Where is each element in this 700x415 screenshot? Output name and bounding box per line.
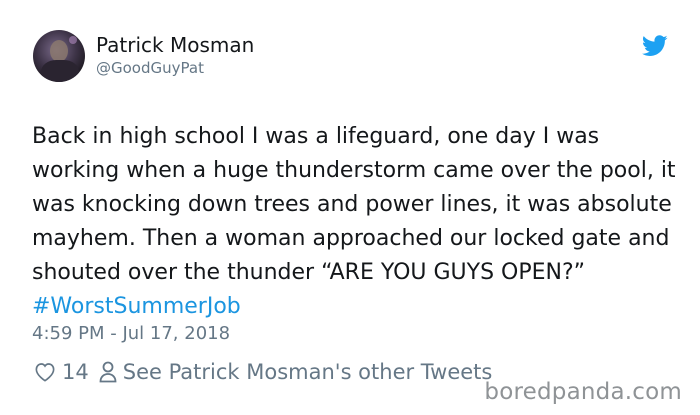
tweet-body: Back in high school I was a lifeguard, o…	[32, 124, 676, 285]
other-tweets-link[interactable]: See Patrick Mosman's other Tweets	[123, 360, 493, 384]
tweet-timestamp[interactable]: 4:59 PM - Jul 17, 2018	[32, 323, 230, 344]
tweet-text: Back in high school I was a lifeguard, o…	[32, 120, 682, 324]
like-count[interactable]: 14	[62, 360, 89, 384]
avatar[interactable]	[33, 30, 85, 82]
tweet-card: Patrick Mosman @GoodGuyPat Back in high …	[0, 0, 700, 415]
heart-icon[interactable]	[34, 362, 56, 382]
author-name[interactable]: Patrick Mosman	[96, 33, 254, 57]
person-icon	[99, 361, 117, 383]
hashtag-link[interactable]: #WorstSummerJob	[32, 294, 241, 319]
author-handle[interactable]: @GoodGuyPat	[96, 59, 204, 77]
tweet-actions: 14 See Patrick Mosman's other Tweets	[34, 359, 492, 385]
twitter-bird-icon[interactable]	[642, 35, 668, 57]
watermark: boredpanda.com	[484, 379, 682, 405]
